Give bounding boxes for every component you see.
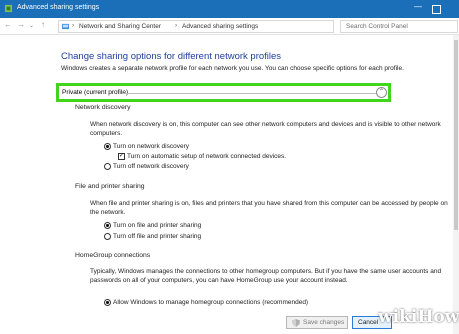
window-title: Advanced sharing settings — [17, 4, 100, 11]
checkbox-auto-setup[interactable]: ✓ — [118, 153, 125, 160]
up-button[interactable]: ↑ — [41, 20, 45, 30]
chevron-up-icon[interactable]: ⌃ — [376, 87, 387, 98]
option-label[interactable]: Turn off file and printer sharing — [113, 233, 201, 240]
search-input[interactable]: Search Control Panel — [340, 20, 458, 33]
option-label[interactable]: Turn off network discovery — [113, 163, 189, 170]
radio-network-discovery-on[interactable] — [104, 143, 111, 150]
intro-text: Windows creates a separate network profi… — [61, 65, 404, 72]
network-discovery-description: When network discovery is on, this compu… — [90, 121, 441, 137]
maximize-button[interactable] — [432, 5, 441, 14]
radio-file-sharing-off[interactable] — [104, 233, 111, 240]
back-button[interactable]: ← — [4, 20, 12, 30]
homegroup-title: HomeGroup connections — [75, 252, 151, 259]
option-label[interactable]: Turn on network discovery — [113, 143, 189, 150]
profile-divider — [122, 93, 377, 94]
radio-homegroup-windows[interactable] — [104, 299, 111, 306]
title-bar: Advanced sharing settings — — [0, 0, 459, 18]
file-printer-sharing-title: File and printer sharing — [75, 183, 145, 190]
address-bar: ← → ⌄ ↑ › Network and Sharing Center › A… — [0, 18, 459, 35]
save-changes-button[interactable]: Save changes — [286, 316, 348, 329]
breadcrumb-separator: › — [72, 22, 75, 29]
network-discovery-title: Network discovery — [75, 104, 131, 111]
network-icon — [4, 4, 13, 13]
search-placeholder: Search Control Panel — [346, 23, 408, 30]
recent-dropdown-icon[interactable]: ⌄ — [29, 21, 34, 31]
option-label[interactable]: Allow Windows to manage homegroup connec… — [113, 299, 308, 306]
save-changes-label: Save changes — [303, 319, 345, 326]
breadcrumb-separator: › — [175, 22, 178, 29]
option-label[interactable]: Turn on automatic setup of network conne… — [127, 153, 286, 160]
option-label[interactable]: Turn on file and printer sharing — [113, 222, 201, 229]
radio-file-sharing-on[interactable] — [104, 222, 111, 229]
radio-network-discovery-off[interactable] — [104, 163, 111, 170]
uac-shield-icon — [292, 319, 300, 327]
breadcrumb-advanced-sharing[interactable]: Advanced sharing settings — [182, 23, 258, 30]
address-field[interactable]: › Network and Sharing Center › Advanced … — [58, 20, 334, 33]
scrollbar-thumb[interactable] — [454, 40, 458, 230]
minimize-button[interactable]: — — [411, 2, 425, 11]
private-profile-title[interactable]: Private (current profile) — [62, 89, 128, 96]
forward-button[interactable]: → — [17, 20, 25, 30]
homegroup-description: Typically, Windows manages the connectio… — [90, 268, 442, 284]
wikihow-watermark: wikiHow — [378, 307, 459, 327]
page-title: Change sharing options for different net… — [61, 51, 282, 62]
file-printer-sharing-description: When file and printer sharing is on, fil… — [90, 200, 448, 216]
breadcrumb-network-sharing-center[interactable]: Network and Sharing Center — [79, 23, 161, 30]
control-panel-icon — [62, 23, 69, 30]
